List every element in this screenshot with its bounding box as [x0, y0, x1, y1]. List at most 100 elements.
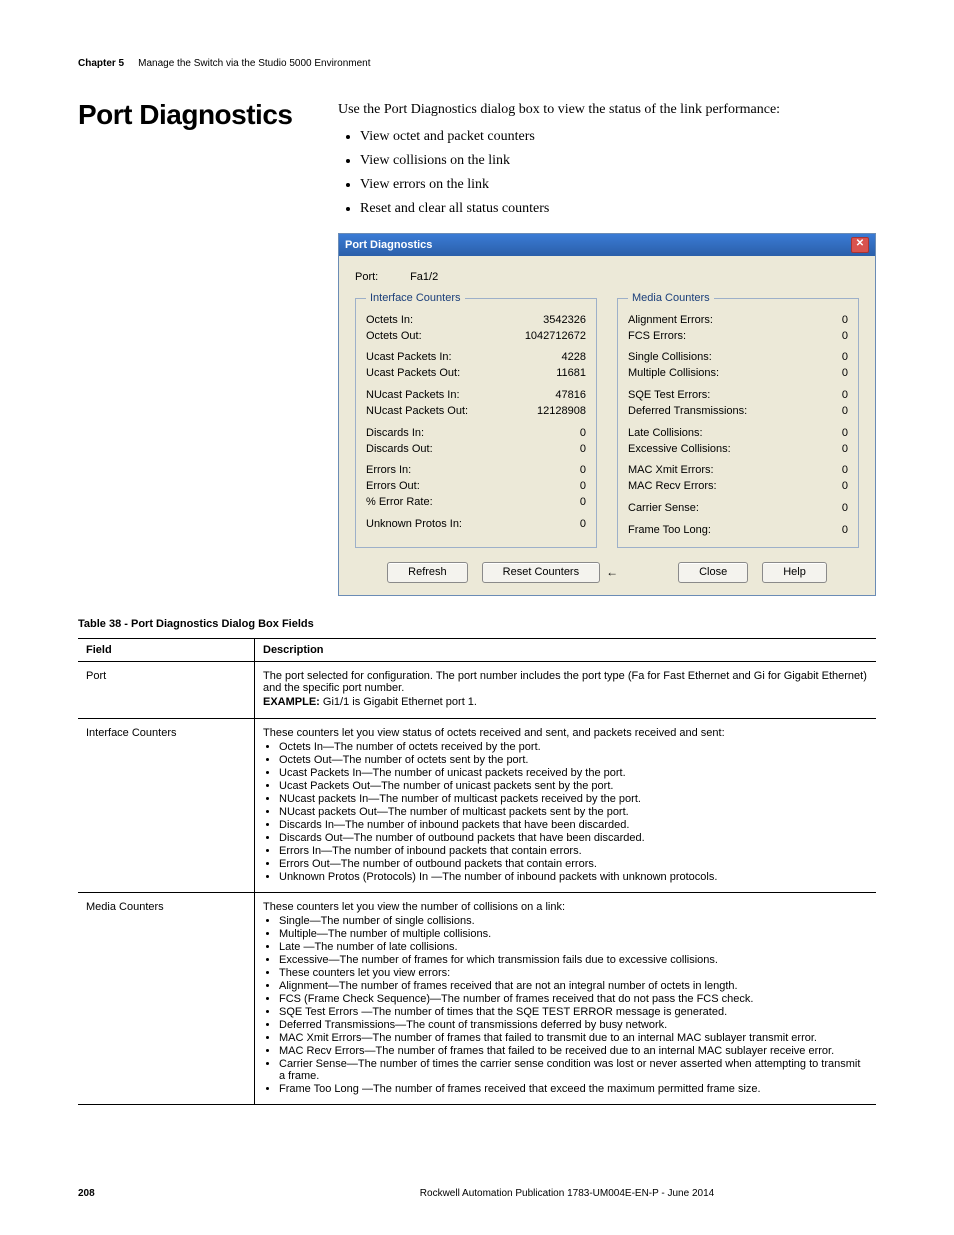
media-counter-label: SQE Test Errors: [628, 388, 710, 403]
media-counter-row: Multiple Collisions: 0 [628, 366, 848, 381]
page-title: Port Diagnostics [78, 99, 308, 131]
description-bullet: MAC Xmit Errors—The number of frames tha… [279, 1032, 868, 1044]
interface-counter-label: Ucast Packets Out: [366, 366, 460, 381]
description-bullet: These counters let you view errors: [279, 967, 868, 979]
intro-bullet: View collisions on the link [360, 150, 876, 171]
description-bullet: NUcast packets In—The number of multicas… [279, 793, 868, 805]
port-row: Port: Fa1/2 [355, 270, 859, 285]
media-counter-value: 0 [768, 366, 848, 381]
description-bullet: MAC Recv Errors—The number of frames tha… [279, 1045, 868, 1057]
th-field: Field [78, 638, 255, 661]
media-counter-label: Multiple Collisions: [628, 366, 719, 381]
media-counter-label: Late Collisions: [628, 426, 703, 441]
media-counter-row: MAC Xmit Errors:0 [628, 463, 848, 478]
description-bullet: NUcast packets Out—The number of multica… [279, 806, 868, 818]
description-bullet: Alignment—The number of frames received … [279, 980, 868, 992]
port-value: Fa1/2 [410, 271, 438, 283]
media-counter-value: 0 [768, 404, 848, 419]
fields-table: Field Description PortThe port selected … [78, 638, 876, 1105]
interface-counter-value: 11681 [506, 366, 586, 381]
interface-counter-label: Octets Out: [366, 329, 422, 344]
interface-counter-label: Discards Out: [366, 442, 433, 457]
media-counter-value: 0 [768, 329, 848, 344]
media-counter-row: FCS Errors:0 [628, 329, 848, 344]
chapter-subtitle: Manage the Switch via the Studio 5000 En… [138, 58, 370, 69]
interface-counter-value: 0 [506, 495, 586, 510]
description-bullet: Unknown Protos (Protocols) In —The numbe… [279, 871, 868, 883]
close-button[interactable]: Close [678, 562, 748, 583]
media-counter-value: 0 [768, 426, 848, 441]
media-counter-row: Frame Too Long: 0 [628, 523, 848, 538]
interface-counter-row: % Error Rate:0 [366, 495, 586, 510]
close-icon[interactable]: ✕ [851, 237, 869, 253]
interface-counter-value: 3542326 [506, 313, 586, 328]
media-counter-value: 0 [768, 350, 848, 365]
media-counter-label: Frame Too Long: [628, 523, 711, 538]
description-bullet: Ucast Packets Out—The number of unicast … [279, 780, 868, 792]
media-counter-label: MAC Recv Errors: [628, 479, 717, 494]
description-line: The port selected for configuration. The… [263, 670, 868, 694]
chapter-label: Chapter 5 [78, 58, 124, 69]
media-counter-label: Carrier Sense: [628, 501, 699, 516]
interface-counter-value: 4228 [506, 350, 586, 365]
interface-counter-value: 0 [506, 479, 586, 494]
description-bullet: FCS (Frame Check Sequence)—The number of… [279, 993, 868, 1005]
media-counter-value: 0 [768, 523, 848, 538]
description-line: These counters let you view the number o… [263, 901, 868, 913]
description-bullet: Excessive—The number of frames for which… [279, 954, 868, 966]
description-bullet: Deferred Transmissions—The count of tran… [279, 1019, 868, 1031]
port-label: Port: [355, 270, 407, 285]
interface-counter-row: Errors In:0 [366, 463, 586, 478]
media-counter-value: 0 [768, 501, 848, 516]
media-counter-row: SQE Test Errors: 0 [628, 388, 848, 403]
interface-counter-row: NUcast Packets Out:12128908 [366, 404, 586, 419]
interface-counter-row: Octets In:3542326 [366, 313, 586, 328]
interface-counter-value: 0 [506, 517, 586, 532]
interface-counter-row: Errors Out: 0 [366, 479, 586, 494]
interface-counter-row: Discards Out: 0 [366, 442, 586, 457]
field-description-cell: These counters let you view status of oc… [255, 718, 877, 892]
description-bullet: Multiple—The number of multiple collisio… [279, 928, 868, 940]
reset-counters-button[interactable]: Reset Counters [482, 562, 600, 583]
th-description: Description [255, 638, 877, 661]
media-counter-value: 0 [768, 442, 848, 457]
description-bullet: Frame Too Long —The number of frames rec… [279, 1083, 868, 1095]
running-header: Chapter 5 Manage the Switch via the Stud… [78, 58, 876, 69]
media-counter-value: 0 [768, 388, 848, 403]
interface-counter-label: Errors Out: [366, 479, 420, 494]
interface-counter-label: Discards In: [366, 426, 424, 441]
table-row: PortThe port selected for configuration.… [78, 661, 876, 718]
table-caption: Table 38 - Port Diagnostics Dialog Box F… [78, 618, 876, 630]
description-bullet: Octets Out—The number of octets sent by … [279, 754, 868, 766]
description-bullet: Octets In—The number of octets received … [279, 741, 868, 753]
media-counter-label: Single Collisions: [628, 350, 712, 365]
interface-counter-value: 0 [506, 442, 586, 457]
media-counter-value: 0 [768, 313, 848, 328]
refresh-button[interactable]: Refresh [387, 562, 468, 583]
media-counter-row: Deferred Transmissions:0 [628, 404, 848, 419]
interface-counter-row: Discards In: 0 [366, 426, 586, 441]
media-counters-group: Media Counters Alignment Errors:0FCS Err… [617, 291, 859, 548]
interface-counter-value: 47816 [506, 388, 586, 403]
interface-counter-value: 0 [506, 426, 586, 441]
help-button[interactable]: Help [762, 562, 827, 583]
field-name-cell: Media Counters [78, 892, 255, 1104]
description-bullet: Late —The number of late collisions. [279, 941, 868, 953]
media-counters-legend: Media Counters [628, 291, 714, 306]
intro-bullet: View errors on the link [360, 174, 876, 195]
page-number: 208 [78, 1188, 258, 1199]
description-bullet: Single—The number of single collisions. [279, 915, 868, 927]
media-counter-value: 0 [768, 479, 848, 494]
intro-bullets: View octet and packet countersView colli… [360, 126, 876, 219]
description-bullets: Octets In—The number of octets received … [279, 741, 868, 883]
field-description-cell: The port selected for configuration. The… [255, 661, 877, 718]
description-bullet: Discards In—The number of inbound packet… [279, 819, 868, 831]
interface-counter-value: 1042712672 [506, 329, 586, 344]
media-counter-row: MAC Recv Errors: 0 [628, 479, 848, 494]
dialog-button-row: Refresh Reset Counters ← Close Help [355, 562, 859, 583]
description-bullet: Ucast Packets In—The number of unicast p… [279, 767, 868, 779]
intro-text: Use the Port Diagnostics dialog box to v… [338, 99, 876, 120]
table-row: Interface CountersThese counters let you… [78, 718, 876, 892]
interface-counter-label: Ucast Packets In: [366, 350, 452, 365]
interface-counter-label: Errors In: [366, 463, 411, 478]
